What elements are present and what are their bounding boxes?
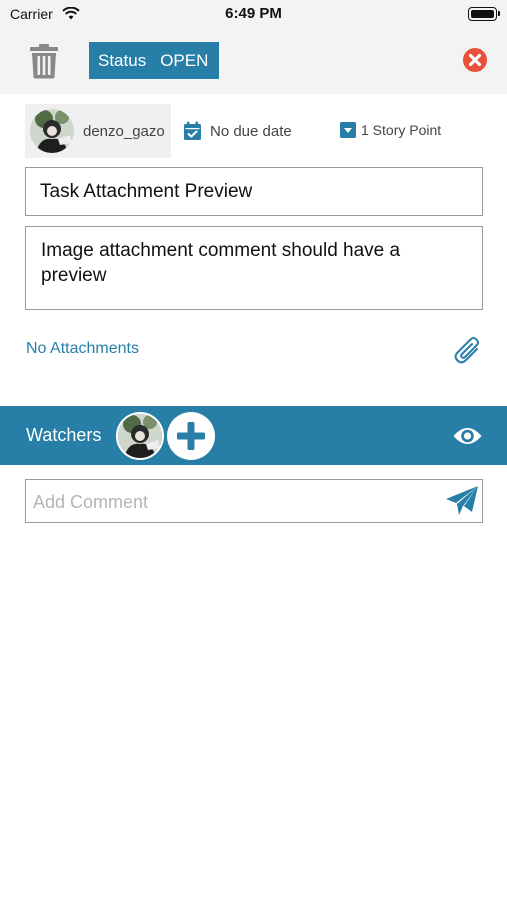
calendar-icon <box>184 121 201 140</box>
watchers-label: Watchers <box>26 425 102 445</box>
battery-icon <box>468 7 500 21</box>
clock-label: 6:49 PM <box>225 5 282 22</box>
story-points-label: 1 Story Point <box>361 122 442 138</box>
ios-status-bar: Carrier 6:49 PM <box>0 0 507 28</box>
attachments-label: No Attachments <box>26 340 139 357</box>
task-toolbar: Status OPEN <box>0 28 507 94</box>
status-value: OPEN <box>160 50 209 70</box>
task-meta-row: denzo_gazo No due date 1 Story Point <box>0 104 507 158</box>
dropdown-icon <box>340 122 356 138</box>
eye-icon[interactable] <box>452 424 483 448</box>
trash-icon[interactable] <box>28 43 60 79</box>
watchers-bar: Watchers <box>0 406 507 465</box>
plus-icon <box>177 422 205 450</box>
due-date-label: No due date <box>210 122 292 140</box>
assignee-name: denzo_gazo <box>83 122 165 140</box>
paperclip-icon[interactable] <box>453 334 483 366</box>
status-label: Status <box>98 50 147 70</box>
close-icon[interactable] <box>462 47 488 73</box>
task-description-field[interactable]: Image attachment comment should have a p… <box>25 226 483 310</box>
task-title-field[interactable]: Task Attachment Preview <box>25 167 483 216</box>
avatar <box>30 109 74 153</box>
send-icon[interactable] <box>445 485 479 517</box>
status-button[interactable]: Status OPEN <box>89 42 219 79</box>
comment-placeholder: Add Comment <box>33 492 149 512</box>
story-points-dropdown[interactable]: 1 Story Point <box>340 122 441 138</box>
assignee-chip[interactable]: denzo_gazo <box>25 104 171 158</box>
add-comment-field[interactable]: Add Comment <box>25 479 483 523</box>
watcher-avatar[interactable] <box>116 412 164 460</box>
add-watcher-button[interactable] <box>167 412 215 460</box>
due-date-button[interactable]: No due date <box>183 121 292 141</box>
